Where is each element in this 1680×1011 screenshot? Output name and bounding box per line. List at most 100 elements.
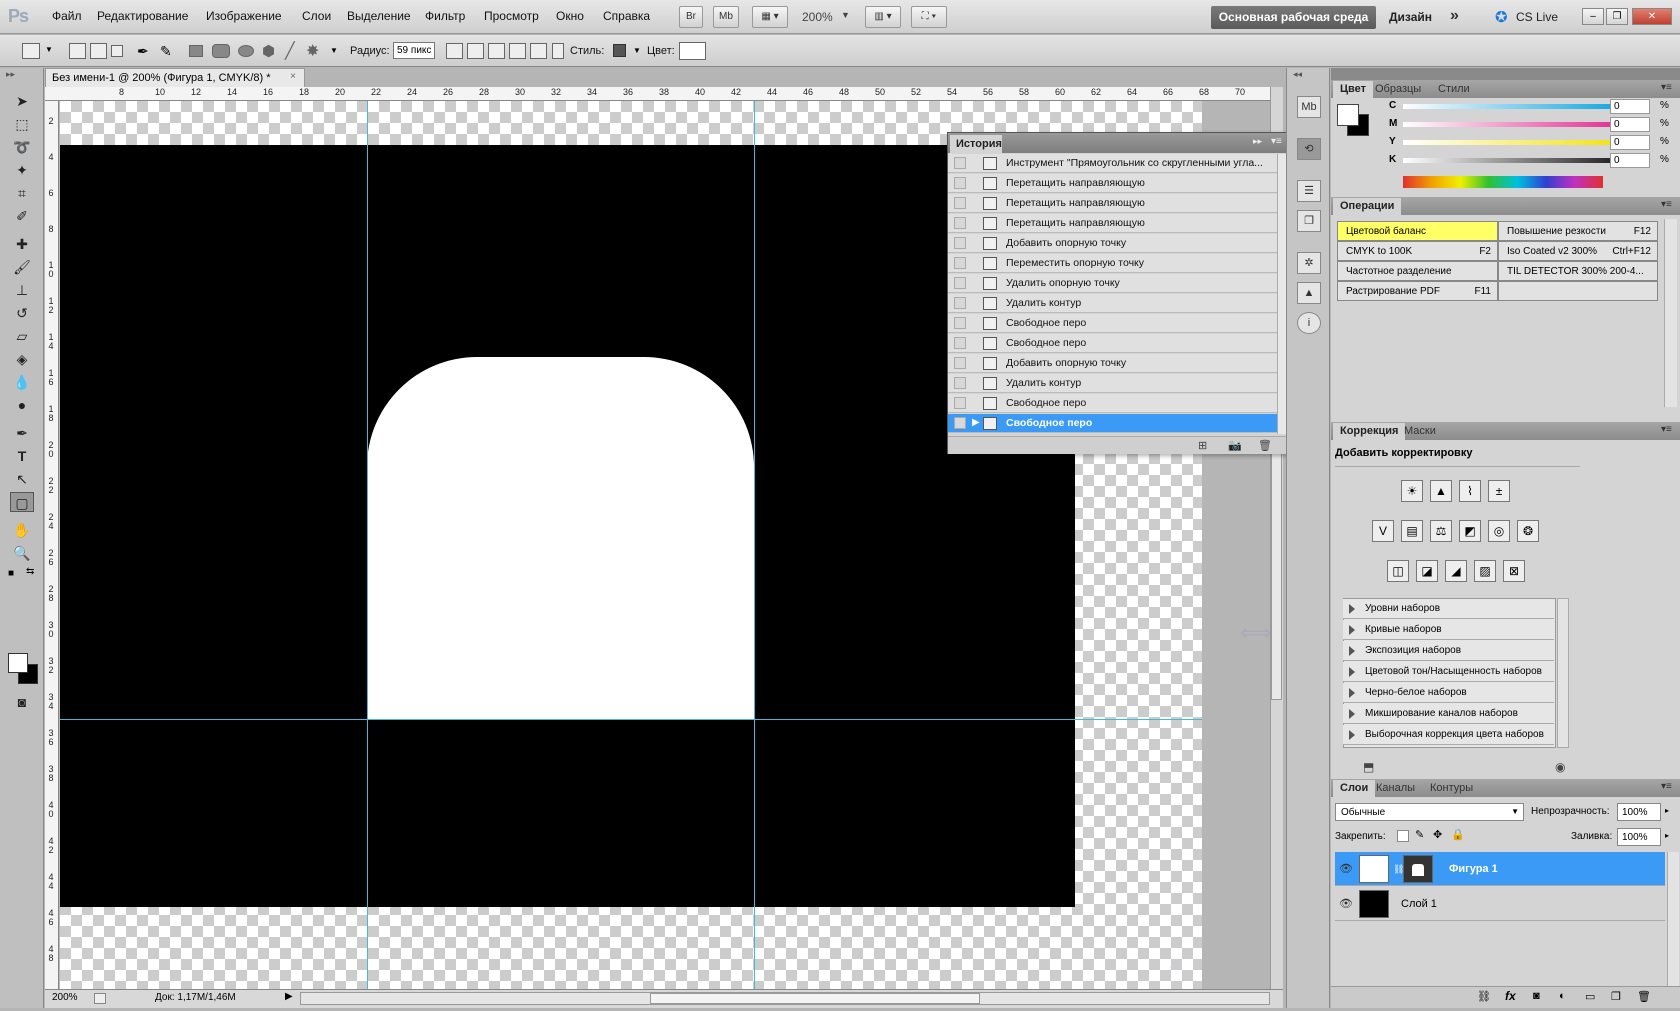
channel-mixer-icon[interactable]: ❂ — [1517, 520, 1539, 542]
menu-file[interactable]: Файл — [52, 9, 82, 23]
action-button[interactable]: Растрирование PDF F11 — [1337, 281, 1498, 301]
adjustment-layer-icon[interactable]: ◐ — [1559, 990, 1566, 1002]
exposure-icon[interactable]: ± — [1488, 480, 1510, 502]
new-snapshot-icon[interactable]: 📷 — [1228, 439, 1242, 452]
style-picker-swatch[interactable] — [613, 44, 626, 57]
lock-pixels-icon[interactable]: ✎ — [1415, 828, 1424, 841]
navigator-panel-icon[interactable]: ✲ — [1297, 252, 1321, 274]
history-brush-source-checkbox[interactable] — [954, 277, 966, 289]
layer-name[interactable]: Слой 1 — [1401, 898, 1437, 910]
tab-swatches[interactable]: Образцы — [1368, 81, 1428, 98]
layers-scrollbar[interactable] — [1667, 852, 1679, 992]
history-brush-source-checkbox[interactable] — [954, 217, 966, 229]
history-brush-source-checkbox[interactable] — [954, 237, 966, 249]
zoom-chevron-down-icon[interactable]: ▼ — [841, 10, 850, 20]
pen-tool-icon[interactable]: ✒ — [137, 43, 149, 60]
preset-channel-mixer[interactable]: Микширование каналов наборов — [1343, 704, 1554, 724]
clone-stamp-tool-icon[interactable]: ⊥ — [10, 280, 34, 300]
actions-panel-menu-icon[interactable]: ▾≡ — [1661, 199, 1672, 210]
rounded-rectangle-shape-icon[interactable] — [212, 44, 230, 58]
expand-triangle-icon[interactable] — [1349, 730, 1355, 740]
paths-mode-icon[interactable] — [90, 43, 107, 59]
history-panel-header[interactable]: История ▸▸ ▾≡ — [948, 133, 1289, 153]
action-button[interactable] — [1498, 281, 1658, 301]
vertical-guide[interactable] — [754, 101, 755, 989]
polygon-shape-icon[interactable]: ⬢ — [262, 42, 275, 60]
mini-bridge-panel-icon[interactable]: Mb — [1297, 96, 1321, 118]
black-slider[interactable] — [1403, 158, 1633, 163]
history-state-row[interactable]: Удалить контур — [948, 294, 1277, 313]
vertical-guide[interactable] — [367, 101, 368, 989]
link-layers-icon[interactable]: ⛓ — [1477, 990, 1491, 1003]
foreground-color-swatch[interactable] — [8, 653, 28, 673]
history-state-row[interactable]: Свободное перо ▶ — [948, 414, 1277, 433]
rectangle-shape-icon[interactable] — [189, 45, 203, 57]
geometry-options-chevron-down-icon[interactable]: ▼ — [330, 46, 338, 55]
history-state-row[interactable]: Свободное перо — [948, 314, 1277, 333]
history-brush-source-checkbox[interactable] — [954, 157, 966, 169]
path-selection-tool-icon[interactable]: ↖ — [10, 469, 34, 489]
crop-tool-icon[interactable]: ⌗ — [10, 183, 34, 203]
status-preview-icon[interactable] — [94, 993, 106, 1004]
type-tool-icon[interactable]: T — [10, 446, 34, 466]
exclude-shape-area-icon[interactable] — [530, 43, 547, 59]
rounded-rectangle-tool-icon[interactable]: ▢ — [10, 492, 34, 512]
menu-layers[interactable]: Слои — [302, 9, 331, 23]
color-swatch[interactable] — [679, 42, 706, 60]
action-button[interactable]: Повышение резкости F12 — [1498, 221, 1658, 241]
expand-triangle-icon[interactable] — [1349, 646, 1355, 656]
shape-layers-mode-icon[interactable] — [69, 43, 86, 59]
more-workspaces-button[interactable]: » — [1450, 7, 1459, 25]
extras-menu-button[interactable]: ▦ ▾ — [752, 6, 788, 28]
marquee-tool-icon[interactable]: ⬚ — [10, 114, 34, 134]
dodge-tool-icon[interactable]: ● — [10, 395, 34, 415]
fill-input[interactable]: 100% — [1617, 828, 1661, 846]
layer-thumbnail[interactable] — [1359, 855, 1389, 883]
layer-row-shape[interactable]: 👁 ⛓ Фигура 1 — [1335, 852, 1665, 886]
toolbox-collapse-icon[interactable]: ▸▸ — [6, 69, 15, 80]
lock-transparency-icon[interactable] — [1397, 830, 1409, 842]
fill-slider-arrow-icon[interactable]: ▸ — [1665, 831, 1669, 840]
layer-row-layer1[interactable]: 👁 Слой 1 — [1335, 887, 1665, 921]
posterize-icon[interactable]: ◪ — [1416, 560, 1438, 582]
mini-bridge-button[interactable]: Mb — [713, 6, 739, 28]
add-to-shape-area-icon[interactable] — [467, 43, 484, 59]
subtract-shape-area-icon[interactable] — [488, 43, 505, 59]
history-state-row[interactable]: Перетащить направляющую — [948, 174, 1277, 193]
swap-colors-icon[interactable]: ⇆ — [26, 566, 34, 577]
opacity-slider-arrow-icon[interactable]: ▸ — [1665, 806, 1669, 815]
menu-window[interactable]: Окно — [556, 9, 584, 23]
history-brush-tool-icon[interactable]: ↺ — [10, 303, 34, 323]
workspace-essentials-button[interactable]: Основная рабочая среда — [1211, 6, 1376, 29]
zoom-status[interactable]: 200% — [52, 992, 78, 1003]
expand-triangle-icon[interactable] — [1349, 688, 1355, 698]
adjustments-panel-menu-icon[interactable]: ▾≡ — [1661, 424, 1672, 435]
lock-all-icon[interactable]: 🔒 — [1451, 828, 1465, 841]
history-tab[interactable]: История — [950, 135, 1002, 153]
close-button[interactable]: ✕ — [1632, 8, 1672, 25]
gradient-map-icon[interactable]: ▨ — [1474, 560, 1496, 582]
default-colors-icon[interactable]: ■ — [8, 568, 14, 579]
blend-mode-select[interactable]: Обычные ▼ — [1335, 803, 1524, 821]
new-group-icon[interactable]: ▭ — [1585, 990, 1595, 1003]
photo-filter-icon[interactable]: ◎ — [1488, 520, 1510, 542]
blur-tool-icon[interactable]: 💧 — [10, 372, 34, 392]
arrange-documents-button[interactable]: ▥ ▾ — [865, 6, 901, 28]
blend-mode-chevron-down-icon[interactable]: ▼ — [1511, 807, 1519, 816]
cyan-slider[interactable] — [1403, 104, 1633, 109]
document-tab-close-icon[interactable]: × — [287, 71, 299, 83]
action-button[interactable]: Iso Coated v2 300% Ctrl+F12 — [1498, 241, 1658, 261]
zoom-tool-icon[interactable]: 🔍 — [10, 543, 34, 563]
tab-actions[interactable]: Операции — [1333, 198, 1402, 215]
menu-filter[interactable]: Фильтр — [425, 9, 465, 23]
new-layer-icon[interactable]: ❐ — [1611, 990, 1621, 1003]
history-panel-icon[interactable]: ⟲ — [1297, 138, 1321, 160]
history-brush-source-checkbox[interactable] — [954, 397, 966, 409]
hue-saturation-icon[interactable]: ▤ — [1401, 520, 1423, 542]
black-white-icon[interactable]: ◩ — [1459, 520, 1481, 542]
tab-styles[interactable]: Стили — [1431, 81, 1477, 98]
line-shape-icon[interactable]: ╱ — [285, 41, 295, 61]
brightness-contrast-icon[interactable]: ☀ — [1401, 480, 1423, 502]
history-brush-source-checkbox[interactable] — [954, 337, 966, 349]
delete-state-icon[interactable]: 🗑 — [1258, 439, 1272, 452]
